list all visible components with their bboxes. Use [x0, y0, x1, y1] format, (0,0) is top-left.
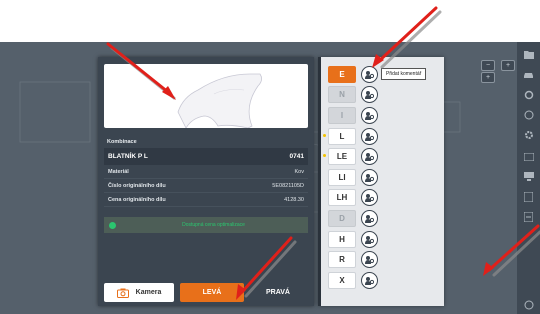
- car-icon[interactable]: [522, 68, 535, 81]
- add-comment-icon[interactable]: [361, 127, 378, 145]
- combination-chip-n[interactable]: N: [328, 86, 356, 104]
- add-comment-icon[interactable]: [361, 65, 378, 83]
- add-comment-icon[interactable]: [361, 209, 378, 227]
- add-comment-icon[interactable]: [361, 106, 378, 124]
- material-value: Kov: [294, 168, 304, 175]
- zoom-reset-button[interactable]: +: [481, 72, 495, 83]
- combination-row-e: E Přidat komentář: [328, 64, 444, 85]
- combination-chip-lh[interactable]: LH: [328, 189, 356, 207]
- combination-row-li: LI: [328, 167, 444, 188]
- material-label: Materiál: [108, 168, 129, 175]
- help-icon[interactable]: [522, 108, 535, 121]
- document-icon[interactable]: [522, 190, 535, 203]
- camera-icon: [116, 288, 129, 298]
- material-row: Materiál Kov: [104, 165, 308, 179]
- folder-icon[interactable]: [522, 48, 535, 61]
- part-info: Kombinace BLATNÍK P L 0741 Materiál Kov …: [104, 137, 308, 233]
- selected-dot-icon: [323, 133, 326, 137]
- combination-row-l: L: [323, 126, 444, 147]
- zoom-control: − + +: [481, 60, 515, 83]
- combination-panel: E Přidat komentář N I L LE LI LH D H R X: [318, 57, 444, 306]
- add-comment-icon[interactable]: [361, 251, 378, 269]
- combination-row-x: X: [328, 270, 444, 291]
- settings-icon[interactable]: [522, 88, 535, 101]
- optimization-notice-text: Dostupná cena optimalizace: [182, 222, 245, 228]
- add-comment-icon[interactable]: [361, 189, 378, 207]
- combination-chip-d[interactable]: D: [328, 209, 356, 227]
- combination-chip-l-label: L: [339, 131, 345, 141]
- part-photo: [104, 64, 308, 129]
- combination-chip-le-label: LE: [336, 152, 348, 162]
- combination-row-h: H: [328, 229, 444, 250]
- left-side-button[interactable]: LEVÁ: [180, 283, 244, 302]
- combination-chip-r[interactable]: R: [328, 251, 356, 269]
- combination-row-d: D: [328, 208, 444, 229]
- original-part-number-label: Číslo originálního dílu: [108, 182, 166, 189]
- camera-button[interactable]: Kamera: [104, 283, 174, 302]
- list-icon[interactable]: [522, 150, 535, 163]
- add-comment-tooltip: Přidat komentář: [381, 68, 427, 80]
- part-code: 0741: [289, 153, 304, 160]
- gear-icon[interactable]: [522, 128, 535, 141]
- part-detail-dialog: Kombinace BLATNÍK P L 0741 Materiál Kov …: [98, 57, 314, 306]
- combination-chip-le[interactable]: LE: [323, 148, 356, 166]
- add-comment-icon[interactable]: [361, 86, 378, 104]
- part-name-row: BLATNÍK P L 0741: [104, 148, 308, 165]
- original-part-number-row: Číslo originálního dílu 5E0821105D: [104, 179, 308, 193]
- original-price-value: 4128.30: [284, 196, 304, 203]
- add-comment-icon[interactable]: [361, 271, 378, 289]
- zoom-out-button[interactable]: −: [481, 60, 495, 71]
- zoom-in-button[interactable]: +: [501, 60, 515, 71]
- combination-chip-h[interactable]: H: [328, 230, 356, 248]
- combination-list: E Přidat komentář N I L LE LI LH D H R X: [323, 64, 444, 291]
- combination-row-r: R: [328, 249, 444, 270]
- optimization-notice[interactable]: Dostupná cena optimalizace: [104, 217, 308, 233]
- check-circle-icon: [109, 221, 116, 229]
- combination-title: Kombinace: [107, 139, 137, 145]
- panel-divider: [318, 57, 321, 306]
- add-comment-icon[interactable]: [361, 148, 378, 166]
- combination-row-le: LE: [323, 146, 444, 167]
- calculator-icon[interactable]: [522, 170, 535, 183]
- add-comment-icon[interactable]: [361, 168, 378, 186]
- combination-chip-li[interactable]: LI: [328, 168, 356, 186]
- fender-image: [177, 73, 262, 129]
- info-icon[interactable]: [522, 298, 535, 311]
- combination-row-i: I: [328, 105, 444, 126]
- right-toolbar: [517, 42, 540, 314]
- combination-chip-l[interactable]: L: [323, 127, 356, 145]
- export-icon[interactable]: [522, 210, 535, 223]
- right-side-button[interactable]: PRAVÁ: [246, 283, 310, 302]
- combination-row-lh: LH: [328, 188, 444, 209]
- original-price-row: Cena originálního dílu 4128.30: [104, 193, 308, 207]
- combination-row-n: N: [328, 85, 444, 106]
- selected-dot-icon: [323, 154, 326, 158]
- original-price-label: Cena originálního dílu: [108, 196, 166, 203]
- camera-button-label: Kamera: [135, 289, 162, 296]
- combination-chip-x[interactable]: X: [328, 271, 356, 289]
- add-comment-icon[interactable]: [361, 230, 378, 248]
- part-name: BLATNÍK P L: [108, 153, 148, 160]
- combination-chip-e[interactable]: E: [328, 65, 356, 83]
- original-part-number-value: 5E0821105D: [272, 182, 304, 189]
- combination-chip-i[interactable]: I: [328, 106, 356, 124]
